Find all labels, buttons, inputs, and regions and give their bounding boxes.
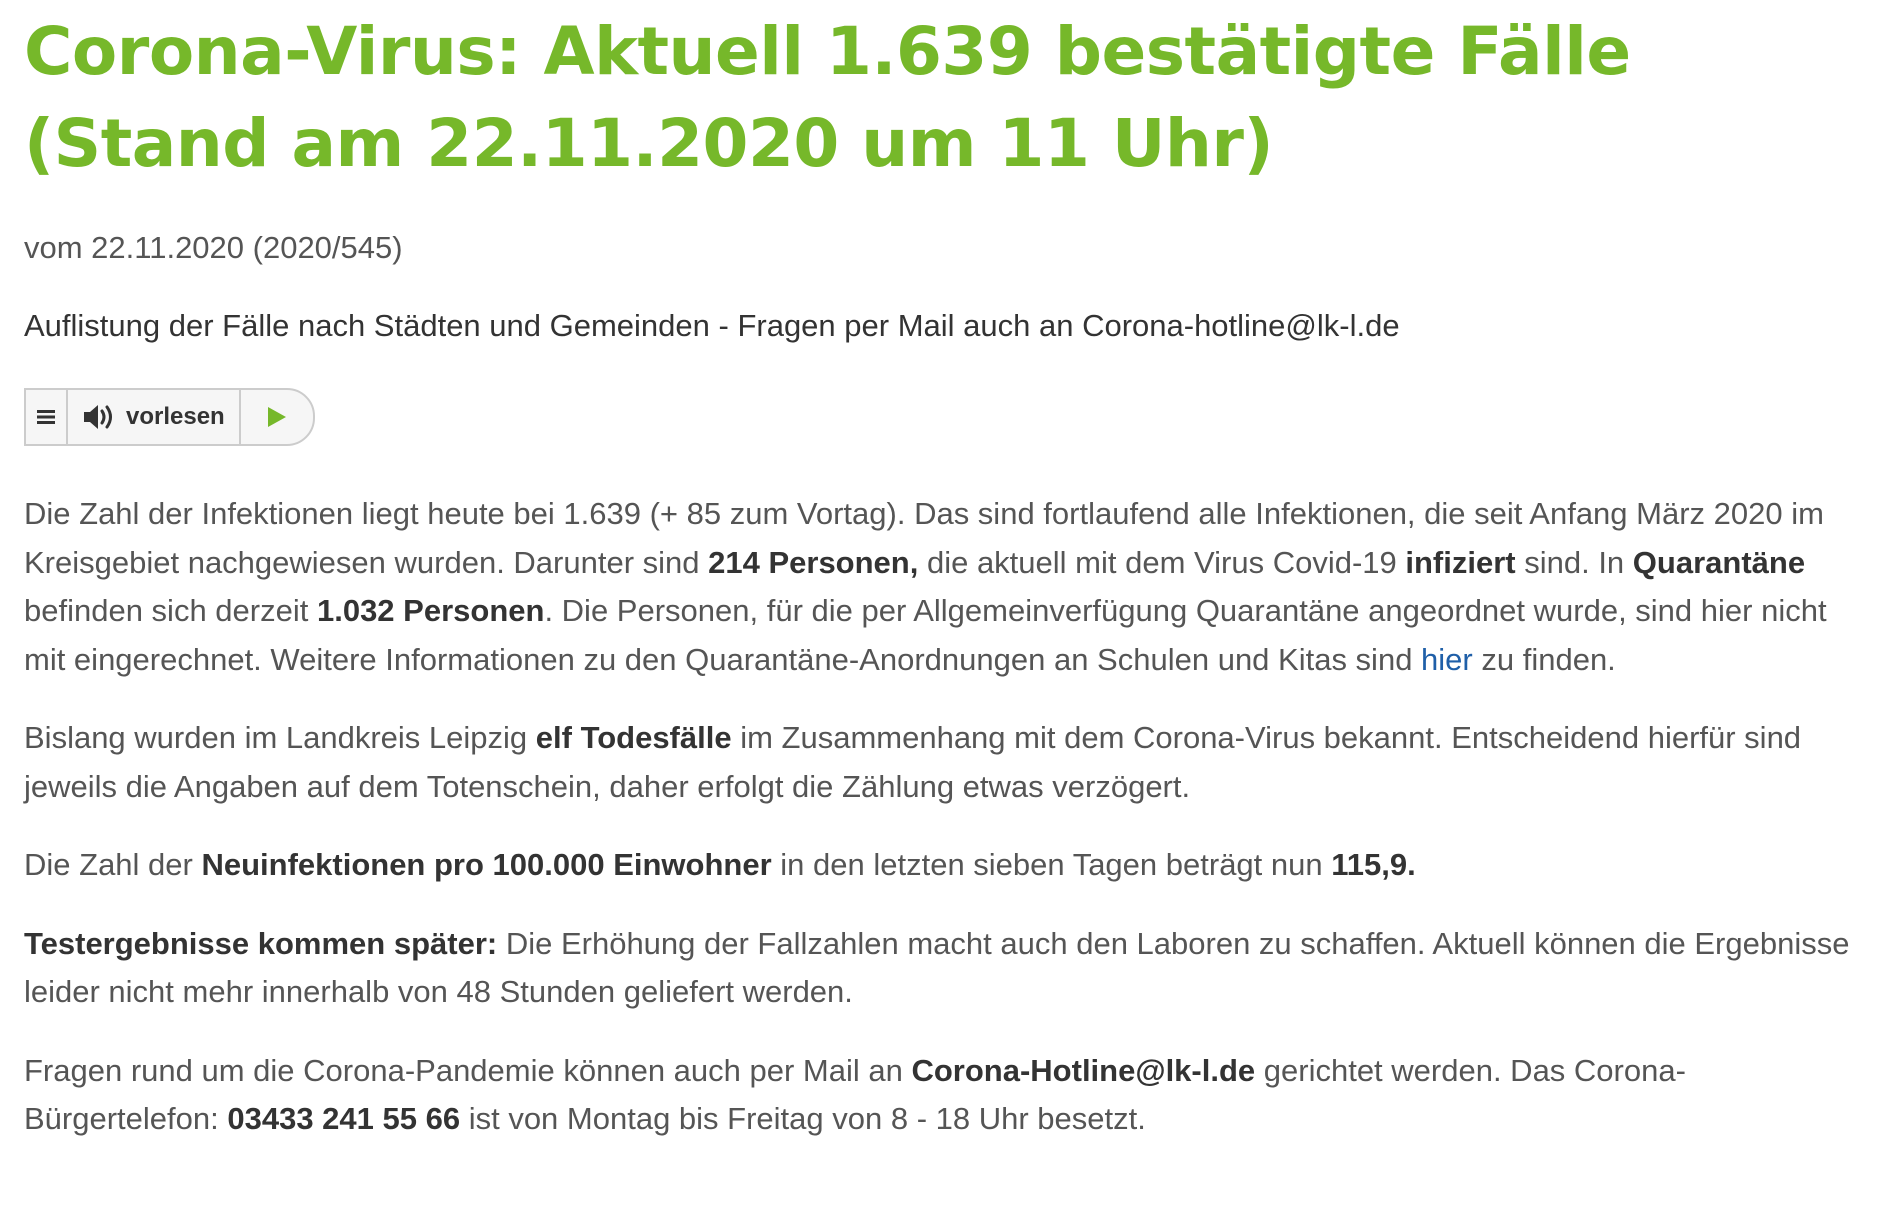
- text: ist von Montag bis Freitag von 8 - 18 Uh…: [460, 1101, 1146, 1136]
- quarantine-term: Quarantäne: [1632, 544, 1806, 580]
- text: Fragen rund um die Corona-Pandemie könne…: [24, 1052, 912, 1088]
- text: Die Zahl der: [24, 847, 202, 882]
- article: Corona-Virus: Aktuell 1.639 bestätigte F…: [0, 0, 1890, 1144]
- quarantine-info-link[interactable]: hier: [1421, 642, 1473, 677]
- player-menu-button[interactable]: [26, 390, 68, 444]
- infected-term: infiziert: [1405, 544, 1516, 580]
- text: befinden sich derzeit: [24, 593, 317, 628]
- read-aloud-button[interactable]: vorlesen: [68, 390, 241, 444]
- text: in den letzten sieben Tagen beträgt nun: [771, 847, 1332, 882]
- text: zu finden.: [1472, 641, 1616, 677]
- read-aloud-player: vorlesen: [24, 388, 315, 446]
- text: die aktuell mit dem Virus Covid-19: [918, 544, 1406, 580]
- article-date: vom 22.11.2020 (2020/545): [24, 230, 403, 265]
- paragraph-contact: Fragen rund um die Corona-Pandemie könne…: [24, 1047, 1866, 1144]
- page-title: Corona-Virus: Aktuell 1.639 bestätigte F…: [24, 13, 1631, 182]
- hotline-email: Corona-Hotline@lk-l.de: [911, 1052, 1256, 1088]
- death-count: elf Todesfälle: [535, 720, 732, 755]
- test-results-heading: Testergebnisse kommen später:: [24, 925, 498, 961]
- infected-count: 214 Personen,: [708, 544, 919, 580]
- paragraph-incidence: Die Zahl der Neuinfektionen pro 100.000 …: [24, 841, 1866, 890]
- article-subtitle: Auflistung der Fälle nach Städten und Ge…: [24, 308, 1400, 343]
- paragraph-infections: Die Zahl der Infektionen liegt heute bei…: [24, 490, 1866, 684]
- hotline-phone: 03433 241 55 66: [227, 1101, 461, 1136]
- paragraph-deaths: Bislang wurden im Landkreis Leipzig elf …: [24, 714, 1866, 811]
- text: Bislang wurden im Landkreis Leipzig: [24, 720, 536, 755]
- paragraph-test-results: Testergebnisse kommen später: Die Erhöhu…: [24, 920, 1866, 1017]
- speaker-icon: [84, 405, 112, 429]
- read-aloud-label: vorlesen: [126, 403, 225, 430]
- incidence-term: Neuinfektionen pro 100.000 Einwohner: [201, 847, 772, 882]
- quarantine-count: 1.032 Personen: [316, 593, 545, 628]
- menu-icon: [37, 410, 55, 424]
- play-button[interactable]: [241, 390, 313, 444]
- incidence-value: 115,9.: [1331, 847, 1416, 882]
- text: sind. In: [1515, 544, 1633, 580]
- play-icon: [267, 407, 286, 427]
